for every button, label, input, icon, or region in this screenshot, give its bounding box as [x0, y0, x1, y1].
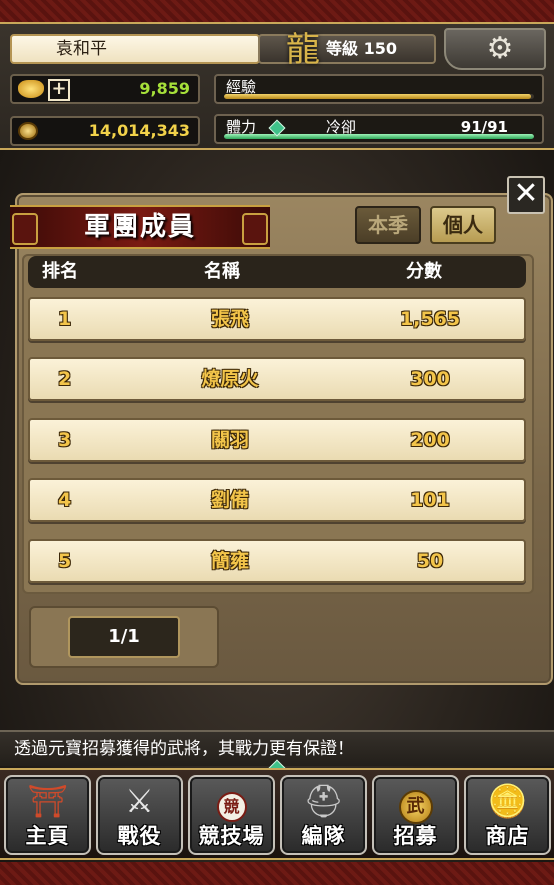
gear-icon: ⚙	[486, 31, 514, 66]
nav-label: 主頁	[25, 824, 70, 848]
bottom-border-band	[0, 862, 554, 885]
close-button[interactable]: ✕	[507, 176, 545, 214]
row-score: 101	[410, 489, 450, 511]
coin-amount: 14,014,343	[88, 121, 190, 140]
nav-label: 戰役	[117, 824, 162, 848]
row-rank: 5	[58, 550, 72, 572]
helmet-icon: ⛑	[303, 782, 344, 820]
row-score: 300	[410, 368, 450, 390]
nav-formation-button[interactable]: ⛑ 編隊	[280, 775, 367, 855]
table-row[interactable]: 2 燎原火 300	[28, 357, 526, 401]
row-name: 張飛	[210, 308, 249, 330]
experience-track	[224, 94, 534, 99]
nav-home-button[interactable]: ⛩ 主頁	[4, 775, 91, 855]
row-rank: 1	[58, 308, 72, 330]
arena-badge: 競	[216, 792, 247, 822]
row-score: 1,565	[399, 308, 461, 330]
nav-recruit-button[interactable]: 武 招募	[372, 775, 459, 855]
gold-ingot-icon: 🪙	[487, 782, 528, 820]
stamina-bar: 體力 冷卻 91/91	[214, 114, 544, 144]
row-name: 關羽	[210, 429, 249, 451]
recruit-badge: 武	[398, 790, 433, 824]
table-row[interactable]: 5 簡雍 50	[28, 539, 526, 583]
nav-label: 招募	[393, 824, 438, 848]
gold-ingot-icon	[18, 80, 44, 98]
settings-button[interactable]: ⚙	[444, 28, 546, 70]
row-name: 劉備	[210, 489, 249, 511]
row-rank: 3	[58, 429, 72, 451]
coin-row: 14,014,343	[10, 116, 200, 146]
nav-label: 競技場	[198, 824, 265, 848]
experience-fill	[224, 94, 531, 99]
table-row[interactable]: 4 劉備 101	[28, 478, 526, 522]
experience-bar: 經驗	[214, 74, 544, 104]
gold-ingot-row: + 9,859	[10, 74, 200, 104]
gold-amount: 9,859	[139, 79, 190, 98]
tab-personal[interactable]: 個人	[430, 206, 496, 244]
close-icon: ✕	[513, 176, 539, 211]
recruit-icon: 武	[374, 781, 457, 824]
table-header: 排名 名稱 分數	[28, 256, 526, 288]
table-row[interactable]: 3 關羽 200	[28, 418, 526, 462]
row-score: 200	[410, 429, 450, 451]
player-name-plate[interactable]: 袁和平	[10, 34, 260, 64]
nav-label: 編隊	[301, 824, 346, 848]
table-row[interactable]: 1 張飛 1,565	[28, 297, 526, 341]
title-banner: 軍團成員	[10, 205, 270, 249]
column-score: 分數	[406, 261, 442, 282]
player-name: 袁和平	[56, 39, 107, 59]
tip-text: 透過元寶招募獲得的武將，其戰力更有保證！	[14, 739, 354, 759]
stamina-fill	[224, 134, 534, 139]
tab-season[interactable]: 本季	[355, 206, 421, 244]
nav-shop-button[interactable]: 🪙 商店	[464, 775, 551, 855]
column-name: 名稱	[204, 261, 240, 282]
arena-icon: 競	[190, 781, 273, 822]
row-rank: 4	[58, 489, 72, 511]
panel-title: 軍團成員	[83, 212, 196, 242]
row-name: 燎原火	[201, 368, 259, 390]
nav-label: 商店	[485, 824, 530, 848]
dragon-emblem-icon: 龍	[286, 30, 320, 70]
nav-arena-button[interactable]: 競 競技場	[188, 775, 275, 855]
row-score: 50	[416, 550, 444, 572]
palace-icon: ⛩	[27, 782, 68, 820]
coin-icon	[18, 122, 38, 140]
column-rank: 排名	[42, 261, 78, 282]
add-gold-button[interactable]: +	[48, 79, 70, 101]
crossed-swords-icon: ⚔	[125, 782, 154, 820]
stamina-track	[224, 134, 534, 139]
row-rank: 2	[58, 368, 72, 390]
nav-campaign-button[interactable]: ⚔ 戰役	[96, 775, 183, 855]
row-name: 簡雍	[210, 550, 249, 572]
top-border-band	[0, 0, 554, 22]
page-indicator-button[interactable]: 1/1	[68, 616, 180, 658]
